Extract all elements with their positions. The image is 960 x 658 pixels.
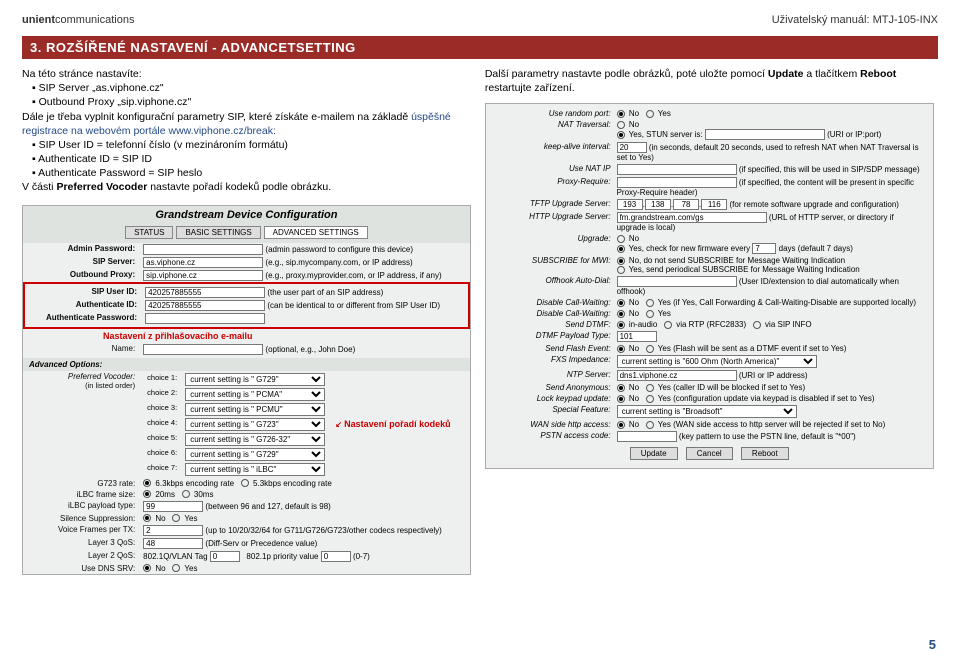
mwi-no-radio[interactable] <box>617 257 625 265</box>
dcw-no-radio[interactable] <box>617 310 625 318</box>
random-yes-radio[interactable] <box>646 110 654 118</box>
vocoder-choice-6[interactable]: current setting is " G729" <box>185 448 325 461</box>
special-feature-select[interactable]: current setting is "Broadsoft" <box>617 405 797 418</box>
natip-input[interactable] <box>617 164 737 175</box>
anon-yes-radio[interactable] <box>646 384 654 392</box>
tab-basic[interactable]: BASIC SETTINGS <box>176 226 260 239</box>
mwi-yes-radio[interactable] <box>617 266 625 274</box>
intro-text: Na této stránce nastavíte: SIP Server „a… <box>22 67 471 195</box>
dtmf-sip-radio[interactable] <box>753 321 761 329</box>
tftp-ip-4[interactable] <box>701 199 727 210</box>
tab-advanced[interactable]: ADVANCED SETTINGS <box>264 226 368 239</box>
flash-yes-radio[interactable] <box>646 345 654 353</box>
red-caption-codecs: Nastavení pořadí kodeků <box>344 419 451 429</box>
dcw-yes-radio[interactable] <box>646 310 654 318</box>
wan-no-radio[interactable] <box>617 421 625 429</box>
g723-53-radio[interactable] <box>241 479 249 487</box>
outbound-proxy-input[interactable] <box>143 270 263 281</box>
sip-server-input[interactable] <box>143 257 263 268</box>
reboot-button[interactable]: Reboot <box>741 447 789 460</box>
credentials-box: SIP User ID: (the user part of an SIP ad… <box>23 282 470 329</box>
http-upgrade-input[interactable] <box>617 212 767 223</box>
update-button[interactable]: Update <box>630 447 678 460</box>
fwd-no-radio[interactable] <box>617 299 625 307</box>
admin-password-input[interactable] <box>143 244 263 255</box>
stun-input[interactable] <box>705 129 825 140</box>
tftp-ip-1[interactable] <box>617 199 643 210</box>
lock-yes-radio[interactable] <box>646 395 654 403</box>
wan-yes-radio[interactable] <box>646 421 654 429</box>
upg-yes-radio[interactable] <box>617 245 625 253</box>
dtmf-payload-input[interactable] <box>617 331 657 342</box>
vocoder-choice-1[interactable]: current setting is " G729" <box>185 373 325 386</box>
dtmf-rtp-radio[interactable] <box>664 321 672 329</box>
nat-no-radio[interactable] <box>617 121 625 129</box>
device-config-panel: Grandstream Device Configuration STATUS … <box>22 205 471 575</box>
layer3-qos-input[interactable] <box>143 538 203 549</box>
manual-title: Uživatelský manuál: MTJ-105-INX <box>772 14 938 26</box>
voice-frames-input[interactable] <box>143 525 203 536</box>
tftp-ip-3[interactable] <box>673 199 699 210</box>
dns-no-radio[interactable] <box>143 564 151 572</box>
tftp-ip-2[interactable] <box>645 199 671 210</box>
dc-tabs: STATUS BASIC SETTINGS ADVANCED SETTINGS <box>23 224 470 243</box>
section-heading: 3. ROZŠÍŘENÉ NASTAVENÍ - ADVANCETSETTING <box>22 36 938 59</box>
anon-no-radio[interactable] <box>617 384 625 392</box>
advanced-options-head: Advanced Options: <box>23 358 470 371</box>
ilbc-30-radio[interactable] <box>182 490 190 498</box>
keepalive-input[interactable] <box>617 142 647 153</box>
priority-input[interactable] <box>321 551 351 562</box>
dc-title: Grandstream Device Configuration <box>23 206 470 224</box>
silence-no-radio[interactable] <box>143 514 151 522</box>
settings-panel: Use random port: No Yes NAT Traversal: N… <box>485 103 934 469</box>
fwd-yes-radio[interactable] <box>646 299 654 307</box>
ilbc-payload-input[interactable] <box>143 501 203 512</box>
pstn-input[interactable] <box>617 431 677 442</box>
arrow-icon: ↙ <box>335 420 342 429</box>
ntp-input[interactable] <box>617 370 737 381</box>
logo: unientcommunications <box>22 14 134 26</box>
vlan-tag-input[interactable] <box>210 551 240 562</box>
g723-63-radio[interactable] <box>143 479 151 487</box>
auth-id-input[interactable] <box>145 300 265 311</box>
red-caption-credentials: Nastavení z přihlašovacího e-mailu <box>23 329 470 343</box>
tab-status[interactable]: STATUS <box>125 226 173 239</box>
vocoder-choice-3[interactable]: current setting is " PCMU" <box>185 403 325 416</box>
upg-no-radio[interactable] <box>617 235 625 243</box>
name-input[interactable] <box>143 344 263 355</box>
dns-yes-radio[interactable] <box>172 564 180 572</box>
right-intro: Další parametry nastavte podle obrázků, … <box>485 67 934 95</box>
vocoder-choice-7[interactable]: current setting is " iLBC" <box>185 463 325 476</box>
flash-no-radio[interactable] <box>617 345 625 353</box>
upg-days-input[interactable] <box>752 243 776 254</box>
proxy-require-input[interactable] <box>617 177 737 188</box>
silence-yes-radio[interactable] <box>172 514 180 522</box>
page-number: 5 <box>929 637 936 652</box>
nat-yes-radio[interactable] <box>617 131 625 139</box>
cancel-button[interactable]: Cancel <box>686 447 733 460</box>
dtmf-audio-radio[interactable] <box>617 321 625 329</box>
vocoder-choice-4[interactable]: current setting is " G723" <box>185 418 325 431</box>
page-header: unientcommunications Uživatelský manuál:… <box>22 14 938 26</box>
lock-no-radio[interactable] <box>617 395 625 403</box>
vocoder-choice-2[interactable]: current setting is " PCMA" <box>185 388 325 401</box>
fxs-select[interactable]: current setting is "600 Ohm (North Ameri… <box>617 355 817 368</box>
offhook-input[interactable] <box>617 276 737 287</box>
ilbc-20-radio[interactable] <box>143 490 151 498</box>
vocoder-choice-5[interactable]: current setting is " G726-32" <box>185 433 325 446</box>
random-no-radio[interactable] <box>617 110 625 118</box>
auth-password-input[interactable] <box>145 313 265 324</box>
sip-userid-input[interactable] <box>145 287 265 298</box>
